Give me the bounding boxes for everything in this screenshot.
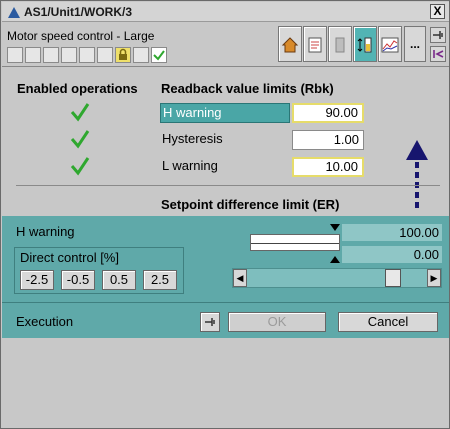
- return-button[interactable]: [430, 46, 446, 62]
- trend-view-button[interactable]: [378, 26, 402, 62]
- execution-pin-button[interactable]: [200, 312, 220, 332]
- upper-limit-value[interactable]: 100.00: [342, 224, 442, 241]
- slider-right-arrow[interactable]: ▶: [427, 269, 441, 287]
- notes-icon: [308, 37, 322, 53]
- title-bar[interactable]: AS1/Unit1/WORK/3 X: [2, 2, 449, 22]
- enabled-check-icon: [70, 157, 90, 176]
- pin-button[interactable]: [430, 27, 446, 43]
- cancel-button[interactable]: Cancel: [338, 312, 438, 332]
- h-warning-label[interactable]: H warning: [160, 103, 290, 123]
- limit-view-button[interactable]: [353, 26, 377, 62]
- return-icon: [433, 50, 444, 58]
- status-box: [133, 47, 149, 63]
- limits-icon: [357, 37, 372, 53]
- setpoint-slider[interactable]: ◀ ▶: [232, 268, 442, 288]
- setpoint-bar: [250, 234, 340, 251]
- parameter-view-button[interactable]: [328, 26, 352, 62]
- status-box: [43, 47, 59, 63]
- home-icon: [281, 37, 299, 53]
- arrow-up-icon: [406, 140, 428, 210]
- direct-minus-0-5-button[interactable]: -0.5: [61, 270, 95, 290]
- status-indicators: [7, 47, 167, 63]
- empty-area: [2, 338, 449, 428]
- direct-control-group: Direct control [%] -2.5 -0.5 0.5 2.5: [14, 247, 184, 294]
- limits-panel: Enabled operations Readback value limits…: [2, 68, 449, 216]
- direct-control-title: Direct control [%]: [20, 250, 119, 265]
- notes-button[interactable]: [303, 26, 327, 62]
- execution-label: Execution: [16, 314, 74, 329]
- home-view-button[interactable]: [278, 26, 302, 62]
- l-warning-value[interactable]: 10.00: [292, 157, 364, 177]
- status-box: [97, 47, 113, 63]
- app-icon: [8, 7, 20, 18]
- readback-limits-heading: Readback value limits (Rbk): [161, 81, 334, 96]
- more-button[interactable]: ...: [404, 26, 426, 62]
- lower-limit-marker: [330, 256, 340, 263]
- hysteresis-label[interactable]: Hysteresis: [160, 130, 290, 150]
- status-box: [7, 47, 23, 63]
- direct-minus-2-5-button[interactable]: -2.5: [20, 270, 54, 290]
- setpoint-limit-heading: Setpoint difference limit (ER): [161, 197, 340, 212]
- execution-separator: [2, 302, 449, 303]
- status-box: [25, 47, 41, 63]
- enabled-check-icon: [151, 47, 167, 63]
- enabled-check-icon: [70, 103, 90, 122]
- direct-plus-2-5-button[interactable]: 2.5: [143, 270, 177, 290]
- hysteresis-value[interactable]: 1.00: [292, 130, 364, 150]
- l-warning-label[interactable]: L warning: [160, 157, 290, 177]
- block-subtitle: Motor speed control - Large: [7, 29, 155, 43]
- close-button[interactable]: X: [430, 4, 445, 19]
- control-panel: H warning 100.00 0.00 Direct control [%]…: [2, 216, 449, 338]
- enabled-check-icon: [70, 130, 90, 149]
- parameter-icon: [335, 37, 345, 53]
- pin-icon: [433, 31, 443, 39]
- faceplate-window: AS1/Unit1/WORK/3 X Motor speed control -…: [0, 0, 450, 429]
- ok-button[interactable]: OK: [228, 312, 326, 332]
- enabled-operations-heading: Enabled operations: [17, 81, 138, 96]
- section-divider: [16, 185, 440, 186]
- lower-limit-value[interactable]: 0.00: [342, 246, 442, 263]
- window-title: AS1/Unit1/WORK/3: [24, 5, 133, 19]
- toolbar: Motor speed control - Large ...: [2, 23, 449, 67]
- status-box: [79, 47, 95, 63]
- slider-thumb[interactable]: [384, 269, 401, 287]
- status-box: [61, 47, 77, 63]
- upper-limit-marker: [330, 224, 340, 231]
- h-warning-control-label: H warning: [16, 224, 75, 239]
- lock-icon: [115, 47, 131, 63]
- direct-plus-0-5-button[interactable]: 0.5: [102, 270, 136, 290]
- slider-left-arrow[interactable]: ◀: [233, 269, 247, 287]
- pin-icon: [205, 318, 215, 326]
- trend-icon: [381, 37, 399, 53]
- h-warning-value[interactable]: 90.00: [292, 103, 364, 123]
